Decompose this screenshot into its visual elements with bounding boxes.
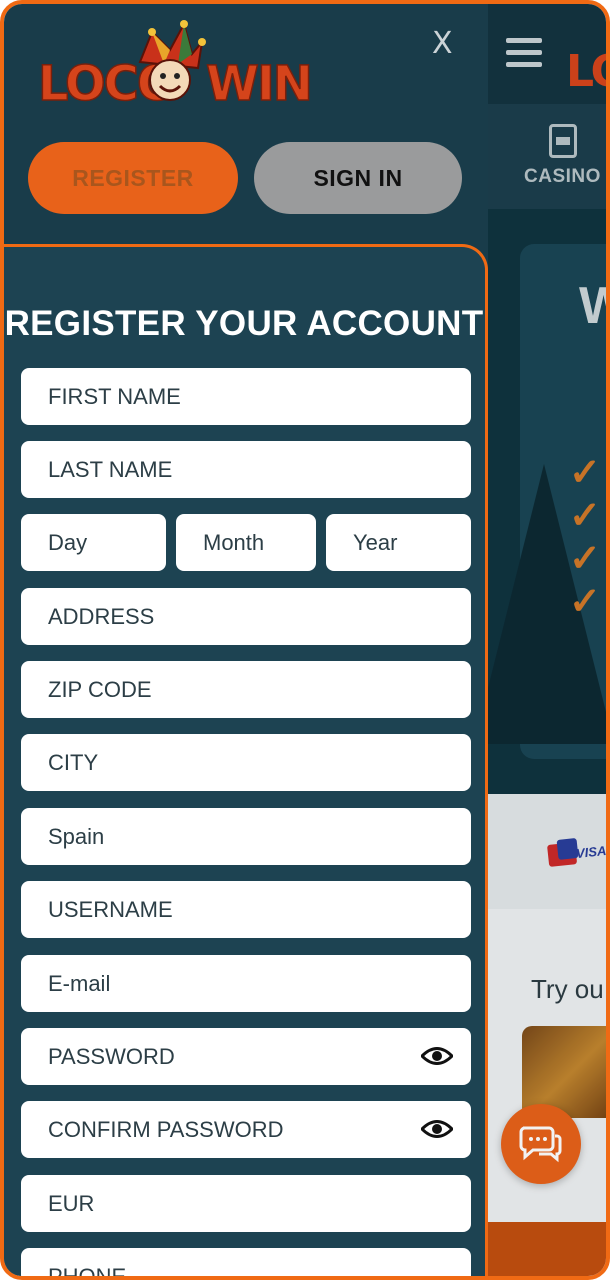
eye-icon[interactable] (421, 1118, 453, 1140)
last-name-field[interactable]: LAST NAME (21, 441, 471, 498)
confirm-password-placeholder: CONFIRM PASSWORD (48, 1116, 284, 1142)
password-placeholder: PASSWORD (48, 1043, 175, 1069)
confirm-password-field[interactable]: CONFIRM PASSWORD (21, 1101, 471, 1158)
overlay-dim[interactable] (484, 4, 606, 1276)
brand-logo: LOCO WIN (36, 20, 314, 113)
birth-year-select[interactable]: Year (326, 514, 471, 571)
close-icon[interactable]: X (432, 26, 453, 61)
logo-text-win: WIN (205, 55, 313, 113)
app-frame: LOCO CASINO W ✓ ✓ ✓ ✓ VISA Try ou LOCO (0, 0, 610, 1280)
username-field[interactable]: USERNAME (21, 881, 471, 938)
country-select[interactable]: Spain (21, 808, 471, 865)
register-title: REGISTER YOUR ACCOUNT (4, 304, 484, 343)
first-name-field[interactable]: FIRST NAME (21, 368, 471, 425)
eye-icon[interactable] (421, 1045, 453, 1067)
side-drawer: LOCO WIN X REGISTER SIGN IN REGISTER YOU… (4, 4, 488, 1276)
zip-code-field[interactable]: ZIP CODE (21, 661, 471, 718)
city-field[interactable]: CITY (21, 734, 471, 791)
password-field[interactable]: PASSWORD (21, 1028, 471, 1085)
email-field[interactable]: E-mail (21, 955, 471, 1012)
address-field[interactable]: ADDRESS (21, 588, 471, 645)
currency-select[interactable]: EUR (21, 1175, 471, 1232)
phone-field[interactable]: PHONE (21, 1248, 471, 1276)
signin-button[interactable]: SIGN IN (254, 142, 462, 214)
birth-month-select[interactable]: Month (176, 514, 316, 571)
birth-day-select[interactable]: Day (21, 514, 166, 571)
jester-icon (138, 20, 206, 101)
register-button[interactable]: REGISTER (28, 142, 238, 214)
